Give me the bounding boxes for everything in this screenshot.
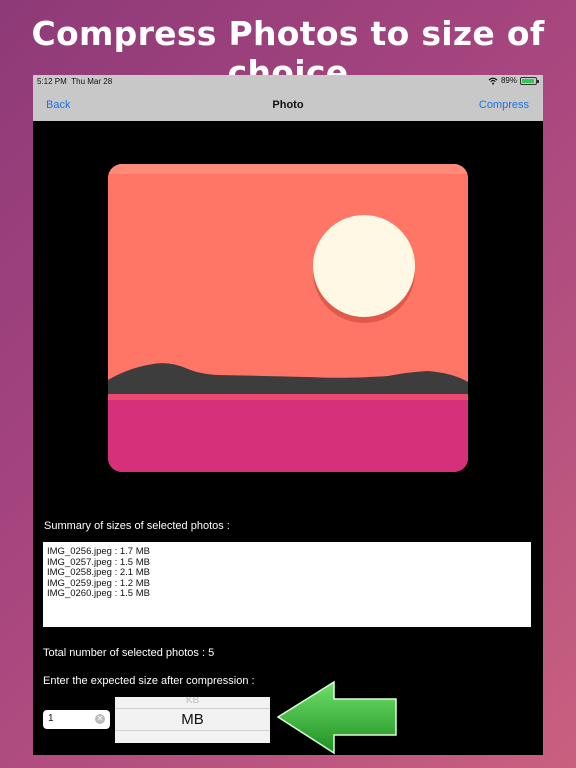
- nav-title: Photo: [272, 99, 304, 111]
- summary-line: IMG_0260.jpeg : 1.5 MB: [47, 588, 150, 599]
- total-photos-label: Total number of selected photos : 5: [43, 647, 215, 659]
- status-bar: 5:12 PM Thu Mar 28 89%: [33, 75, 543, 89]
- status-time: 5:12 PM Thu Mar 28: [37, 77, 112, 86]
- unit-picker[interactable]: KB MB: [115, 697, 270, 743]
- status-date: Thu Mar 28: [71, 77, 113, 86]
- green-arrow-icon: [276, 680, 397, 755]
- picker-option-kb[interactable]: KB: [115, 697, 270, 706]
- status-time-value: 5:12 PM: [37, 77, 67, 86]
- summary-text-view[interactable]: IMG_0256.jpeg : 1.7 MB IMG_0257.jpeg : 1…: [43, 542, 531, 627]
- nav-bar: Back Photo Compress: [33, 89, 543, 121]
- photo-preview-image: [108, 164, 468, 472]
- summary-line: IMG_0256.jpeg : 1.7 MB: [47, 546, 150, 557]
- status-right: 89%: [488, 76, 539, 85]
- expected-size-input[interactable]: 1 ✕: [43, 710, 110, 729]
- expected-size-label: Enter the expected size after compressio…: [43, 675, 255, 687]
- compress-button[interactable]: Compress: [479, 99, 529, 111]
- sun-shape: [313, 215, 415, 317]
- summary-line: IMG_0258.jpeg : 2.1 MB: [47, 567, 150, 578]
- wifi-icon: [488, 77, 498, 85]
- picker-option-mb[interactable]: MB: [115, 711, 270, 728]
- expected-size-value: 1: [48, 713, 54, 724]
- battery-percent: 89%: [500, 76, 517, 85]
- summary-label: Summary of sizes of selected photos :: [44, 520, 230, 532]
- clear-icon[interactable]: ✕: [95, 714, 105, 724]
- device-screen: 5:12 PM Thu Mar 28 89% Back Photo Compre…: [33, 75, 543, 755]
- battery-charging-icon: [520, 76, 539, 85]
